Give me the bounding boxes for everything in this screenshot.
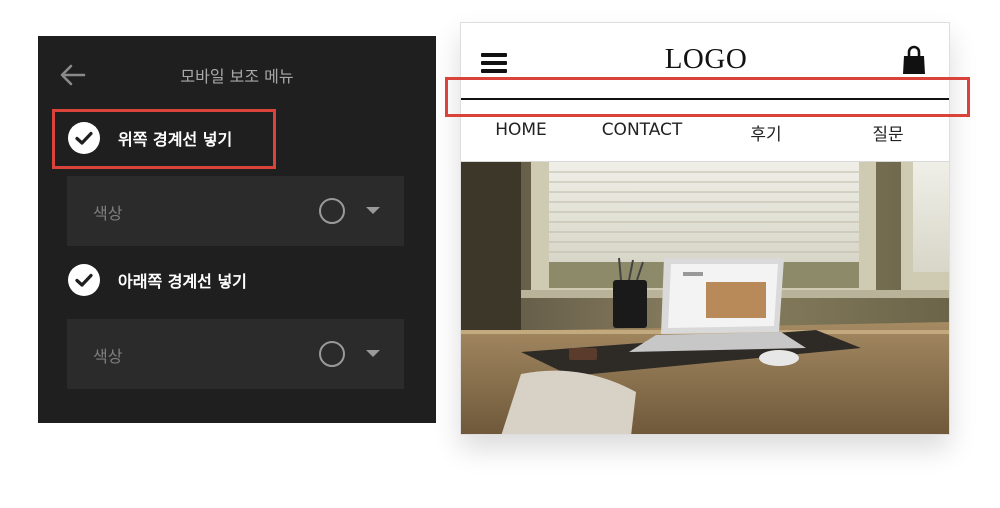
caret-down-icon[interactable] [366, 350, 380, 357]
caret-down-icon[interactable] [366, 207, 380, 214]
nav-contact[interactable]: CONTACT [582, 120, 702, 140]
bottom-border-option-label: 아래쪽 경계선 넣기 [118, 272, 247, 291]
checkbox-checked-icon[interactable] [68, 264, 100, 296]
color-label: 색상 [93, 204, 123, 223]
checkbox-checked-icon[interactable] [68, 122, 100, 154]
top-border-option[interactable]: 위쪽 경계선 넣기 [68, 121, 232, 155]
nav-home[interactable]: HOME [461, 120, 581, 140]
shopping-bag-icon[interactable] [902, 45, 926, 75]
site-logo[interactable]: LOGO [461, 43, 949, 76]
top-border-line [461, 98, 949, 100]
nav-faq[interactable]: 질문 [828, 120, 948, 145]
panel-title: 모바일 보조 메뉴 [180, 67, 294, 86]
top-border-color-select[interactable]: 색상 [67, 176, 404, 246]
color-label: 색상 [93, 347, 123, 366]
bottom-border-color-select[interactable]: 색상 [67, 319, 404, 389]
top-border-option-label: 위쪽 경계선 넣기 [118, 130, 233, 149]
mobile-submenu-settings-panel: 모바일 보조 메뉴 위쪽 경계선 넣기 색상 아래쪽 경계선 넣기 색상 [38, 36, 436, 423]
panel-header: 모바일 보조 메뉴 [38, 36, 436, 112]
color-swatch[interactable] [319, 341, 345, 367]
hero-image [461, 162, 949, 434]
color-swatch[interactable] [319, 198, 345, 224]
nav-reviews[interactable]: 후기 [706, 120, 826, 145]
bottom-border-option[interactable]: 아래쪽 경계선 넣기 [68, 263, 247, 297]
mobile-preview: LOGO HOME CONTACT 후기 질문 [460, 22, 950, 435]
